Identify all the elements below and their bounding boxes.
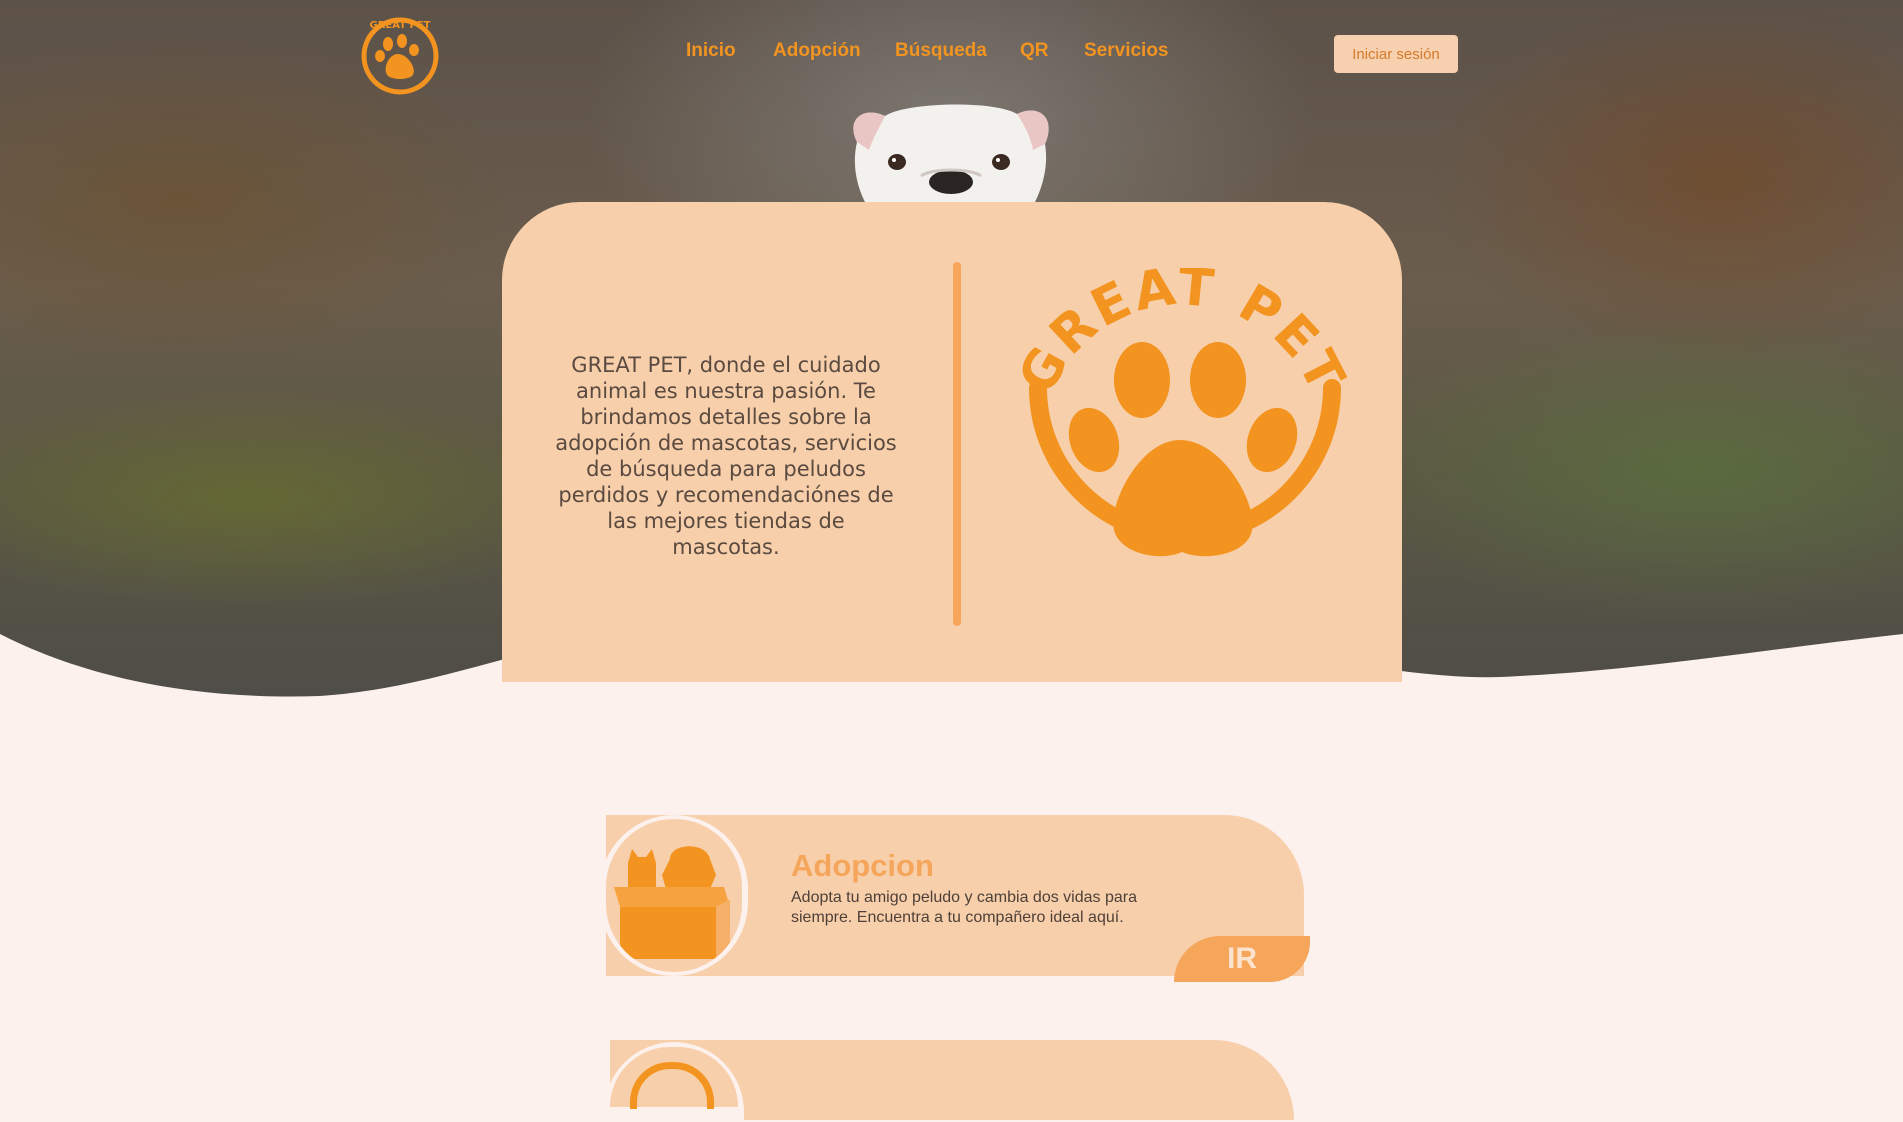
service-title: Adopcion	[791, 848, 934, 883]
main-nav: Inicio Adopción Búsqueda QR Servicios	[0, 40, 1903, 70]
pets-in-box-icon	[614, 846, 730, 959]
nav-item-adopcion[interactable]: Adopción	[773, 40, 861, 62]
great-pet-logo: GREAT PET	[1010, 268, 1357, 557]
service-description: Adopta tu amigo peludo y cambia dos vida…	[791, 889, 1137, 926]
intro-text: GREAT PET, donde el cuidado animal es nu…	[555, 353, 897, 559]
svg-text:GREAT PET: GREAT PET	[370, 20, 431, 31]
service-icon-container	[606, 819, 742, 972]
nav-item-busqueda[interactable]: Búsqueda	[895, 40, 987, 62]
service-go-button[interactable]: IR	[1174, 936, 1310, 982]
bulldog-image	[853, 104, 1049, 202]
svg-text:GREAT PET: GREAT PET	[1010, 268, 1357, 403]
login-button[interactable]: Iniciar sesión	[1334, 35, 1458, 73]
nav-item-servicios[interactable]: Servicios	[1084, 40, 1169, 62]
nav-item-qr[interactable]: QR	[1020, 40, 1049, 62]
nav-item-inicio[interactable]: Inicio	[686, 40, 736, 62]
card-divider	[953, 262, 961, 626]
